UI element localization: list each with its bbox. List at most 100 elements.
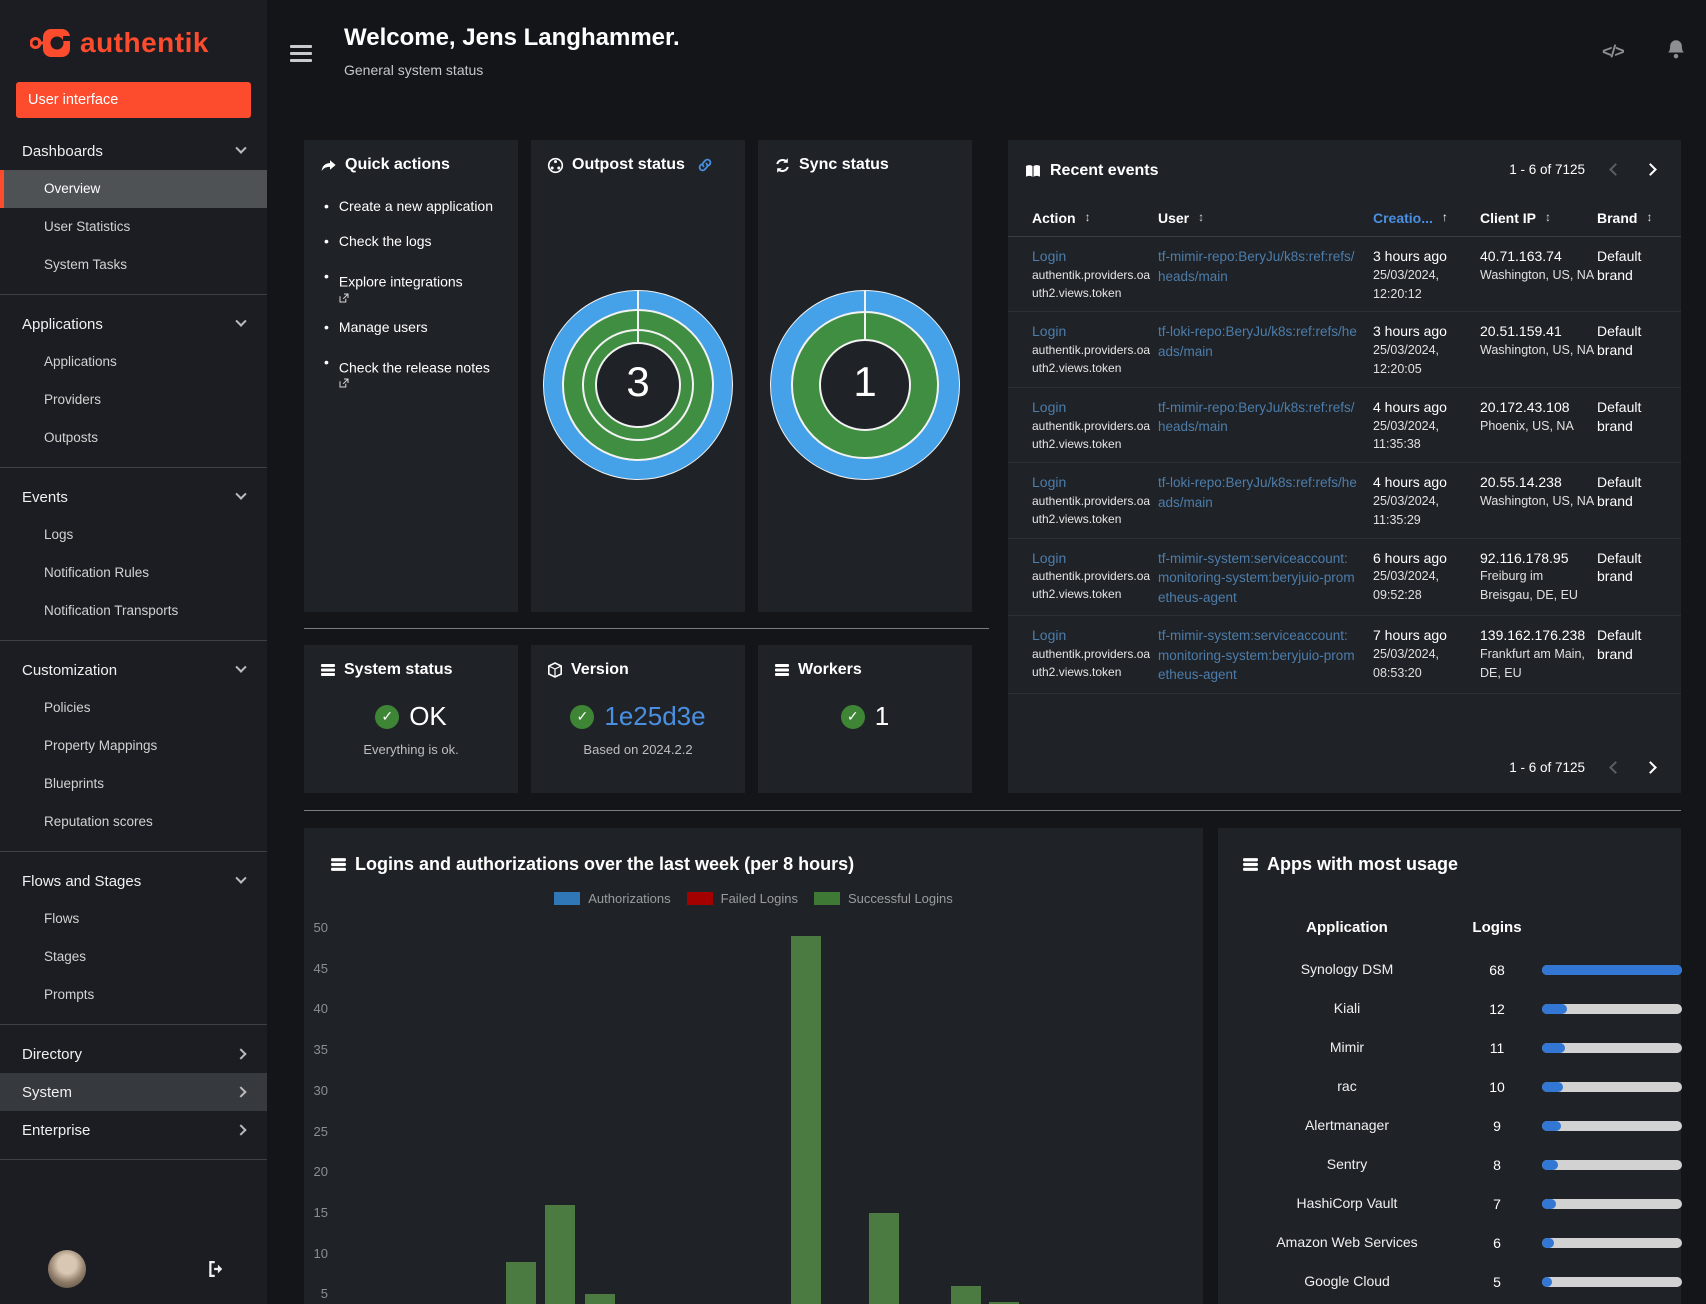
sidebar-group-flows-and-stages[interactable]: Flows and Stages <box>0 862 267 900</box>
sidebar-item-notification-rules[interactable]: Notification Rules <box>0 554 267 592</box>
event-location: Washington, US, NA <box>1480 267 1595 282</box>
chevron-down-icon <box>235 872 247 884</box>
events-pagination-bottom: 1 - 6 of 7125 <box>1509 760 1657 775</box>
sidebar-item-flows[interactable]: Flows <box>0 900 267 938</box>
cell-client-ip: 20.51.159.41 Washington, US, NA <box>1480 322 1597 378</box>
sidebar-footer <box>0 1250 267 1288</box>
system-status-card: System status ✓ OK Everything is ok. <box>304 645 518 793</box>
progress-fill <box>1542 1120 1561 1131</box>
server-icon <box>320 663 336 677</box>
sidebar-group-dashboards[interactable]: Dashboards <box>0 132 267 170</box>
app-name: Alertmanager <box>1304 1117 1390 1134</box>
cell-client-ip: 20.172.43.108 Phoenix, US, NA <box>1480 398 1597 454</box>
event-action-link[interactable]: Login <box>1032 323 1066 339</box>
event-action-link[interactable]: Login <box>1032 248 1066 264</box>
chevron-right-icon <box>235 1124 247 1136</box>
column-client-ip[interactable]: Client IP ↕ <box>1480 210 1597 226</box>
quick-action-explore-integrations[interactable]: • Explore integrations <box>324 266 502 303</box>
quick-action-create-a-new-application[interactable]: • Create a new application <box>324 196 502 217</box>
app-logins-count: 9 <box>1493 1117 1501 1134</box>
sidebar-group-system[interactable]: System <box>0 1073 267 1111</box>
table-row: Login authentik.providers.oauth2.views.to… <box>1008 388 1681 464</box>
external-link-icon <box>339 293 466 303</box>
sidebar-item-outposts[interactable]: Outposts <box>0 419 267 457</box>
list-item: HashiCorp Vault 7 <box>1218 1184 1682 1223</box>
divider <box>0 294 267 295</box>
cell-user: tf-loki-repo:BeryJu/k8s:ref:refs/heads/m… <box>1158 473 1373 529</box>
page-previous-icon[interactable] <box>1609 163 1622 176</box>
chevron-down-icon <box>235 142 247 154</box>
sidebar-group-events[interactable]: Events <box>0 478 267 516</box>
event-action-link[interactable]: Login <box>1032 399 1066 415</box>
event-user-link[interactable]: tf-loki-repo:BeryJu/k8s:ref:refs/heads/m… <box>1158 475 1357 510</box>
sidebar-group-directory[interactable]: Directory <box>0 1035 267 1073</box>
page-title: Welcome, Jens Langhammer. <box>344 24 680 51</box>
sidebar-item-system-tasks[interactable]: System Tasks <box>0 246 267 284</box>
share-arrow-icon <box>320 158 337 173</box>
bullet: • <box>324 233 329 249</box>
sort-icon: ↕ <box>1545 210 1552 224</box>
event-action-link[interactable]: Login <box>1032 627 1066 643</box>
cell-brand: Default brand <box>1597 549 1642 585</box>
sidebar-group-applications[interactable]: Applications <box>0 305 267 343</box>
sidebar-item-providers[interactable]: Providers <box>0 381 267 419</box>
event-user-link[interactable]: tf-mimir-system:serviceaccount:monitorin… <box>1158 628 1355 682</box>
system-status-subtitle: Everything is ok. <box>363 742 459 757</box>
sidebar-item-logs[interactable]: Logs <box>0 516 267 554</box>
column-creatio[interactable]: Creatio... ↑ <box>1373 210 1480 226</box>
app-logins-count: 11 <box>1489 1039 1505 1056</box>
page-previous-icon[interactable] <box>1609 761 1622 774</box>
bell-icon[interactable] <box>1666 38 1686 60</box>
event-user-link[interactable]: tf-mimir-repo:BeryJu/k8s:ref:refs/heads/… <box>1158 249 1355 284</box>
cell-brand: Default brand <box>1597 474 1642 510</box>
event-context: authentik.providers.oauth2.views.token <box>1032 418 1151 451</box>
api-code-icon[interactable]: </> <box>1601 42 1625 62</box>
event-context: authentik.providers.oauth2.views.token <box>1032 569 1151 602</box>
progress-fill <box>1542 1198 1556 1209</box>
app-logins-count: 10 <box>1489 1078 1505 1095</box>
sidebar-group-customization[interactable]: Customization <box>0 651 267 689</box>
sidebar-item-blueprints[interactable]: Blueprints <box>0 765 267 803</box>
event-user-link[interactable]: tf-mimir-system:serviceaccount:monitorin… <box>1158 551 1355 605</box>
sidebar-item-notification-transports[interactable]: Notification Transports <box>0 592 267 630</box>
version-value[interactable]: 1e25d3e <box>604 701 705 732</box>
sidebar-group-label: Directory <box>22 1045 83 1063</box>
user-interface-button[interactable]: User interface <box>16 82 251 118</box>
quick-actions-title: Quick actions <box>304 140 518 174</box>
event-user-link[interactable]: tf-loki-repo:BeryJu/k8s:ref:refs/heads/m… <box>1158 324 1357 359</box>
sidebar-item-stages[interactable]: Stages <box>0 938 267 976</box>
cell-brand: Default brand <box>1597 323 1642 359</box>
column-brand[interactable]: Brand ↕ <box>1597 210 1657 226</box>
version-subtitle: Based on 2024.2.2 <box>583 742 693 757</box>
sidebar-item-property-mappings[interactable]: Property Mappings <box>0 727 267 765</box>
sidebar-item-policies[interactable]: Policies <box>0 689 267 727</box>
sidebar-group-enterprise[interactable]: Enterprise <box>0 1111 267 1149</box>
event-date: 25/03/2024, 09:52:28 <box>1373 569 1440 603</box>
authentik-logo: authentik <box>0 0 267 60</box>
link-icon[interactable] <box>697 157 713 173</box>
sidebar-item-prompts[interactable]: Prompts <box>0 976 267 1014</box>
sidebar-item-user-statistics[interactable]: User Statistics <box>0 208 267 246</box>
chevron-down-icon <box>235 661 247 673</box>
quick-action-check-the-logs[interactable]: • Check the logs <box>324 231 502 252</box>
event-user-link[interactable]: tf-mimir-repo:BeryJu/k8s:ref:refs/heads/… <box>1158 400 1355 435</box>
avatar[interactable] <box>48 1250 86 1288</box>
column-user[interactable]: User ↕ <box>1158 210 1373 226</box>
page-next-icon[interactable] <box>1644 163 1657 176</box>
event-context: authentik.providers.oauth2.views.token <box>1032 494 1151 527</box>
page-next-icon[interactable] <box>1644 761 1657 774</box>
hamburger-menu-icon[interactable] <box>290 45 312 66</box>
logout-icon[interactable] <box>206 1259 226 1279</box>
quick-action-check-the-release-notes[interactable]: • Check the release notes <box>324 352 502 389</box>
bullet: • <box>324 268 329 284</box>
quick-action-manage-users[interactable]: • Manage users <box>324 317 502 338</box>
authentik-logo-icon <box>30 26 72 60</box>
event-action-link[interactable]: Login <box>1032 550 1066 566</box>
check-circle-icon: ✓ <box>840 704 865 729</box>
event-action-link[interactable]: Login <box>1032 474 1066 490</box>
y-axis-tick: 35 <box>313 1042 328 1058</box>
sidebar-item-overview[interactable]: Overview <box>0 170 267 208</box>
sidebar-item-applications[interactable]: Applications <box>0 343 267 381</box>
column-action[interactable]: Action ↕ <box>1032 210 1158 226</box>
sidebar-item-reputation-scores[interactable]: Reputation scores <box>0 803 267 841</box>
